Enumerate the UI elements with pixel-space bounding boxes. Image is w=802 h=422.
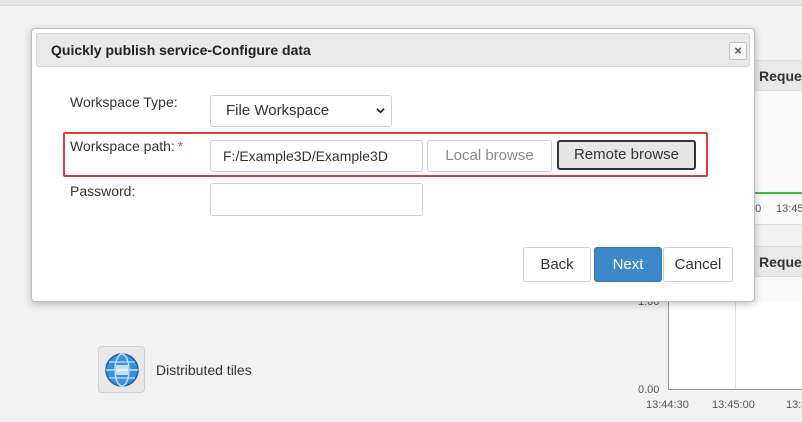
background-panel-request: Request [748, 60, 802, 225]
x-tick: 13:44:30 [646, 399, 689, 411]
close-icon: × [734, 43, 742, 58]
required-mark: * [177, 138, 184, 154]
next-button[interactable]: Next [594, 247, 662, 282]
top-strip [0, 0, 802, 6]
workspace-path-label: Workspace path: * [70, 138, 183, 154]
distributed-tiles-item[interactable]: Distributed tiles [98, 346, 252, 393]
dialog-header: Quickly publish service-Configure data × [36, 33, 750, 67]
close-button[interactable]: × [729, 42, 747, 60]
workspace-type-value: File Workspace [226, 102, 330, 119]
background-panel-requests: Requests [748, 246, 802, 306]
panel-title: Request [749, 61, 802, 91]
distributed-tiles-label: Distributed tiles [156, 361, 252, 378]
grid-line [735, 302, 736, 389]
x-tick: 13:45:00 [712, 399, 755, 411]
workspace-type-select[interactable]: File Workspace [210, 95, 392, 127]
local-browse-button[interactable]: Local browse [427, 140, 552, 172]
requests-chart [668, 302, 802, 390]
remote-browse-button[interactable]: Remote browse [557, 140, 696, 170]
chart-series-line [748, 192, 802, 194]
dialog-title: Quickly publish service-Configure data [51, 42, 311, 58]
password-input[interactable] [210, 183, 423, 216]
chevron-down-icon [376, 108, 385, 114]
workspace-path-input[interactable]: F:/Example3D/Example3D [210, 140, 423, 172]
cancel-button[interactable]: Cancel [663, 247, 733, 282]
x-tick: 13:45 [776, 203, 802, 215]
publish-service-dialog: Quickly publish service-Configure data ×… [31, 28, 755, 302]
workspace-path-value: F:/Example3D/Example3D [223, 148, 388, 164]
password-label: Password: [70, 183, 136, 199]
panel-title: Requests [749, 247, 802, 277]
workspace-type-label: Workspace Type: [70, 94, 178, 110]
x-tick: 13:4 [786, 399, 802, 411]
workspace-path-label-text: Workspace path: [70, 138, 175, 154]
globe-icon [98, 346, 145, 393]
back-button[interactable]: Back [523, 247, 591, 282]
y-tick: 0.00 [638, 384, 660, 396]
